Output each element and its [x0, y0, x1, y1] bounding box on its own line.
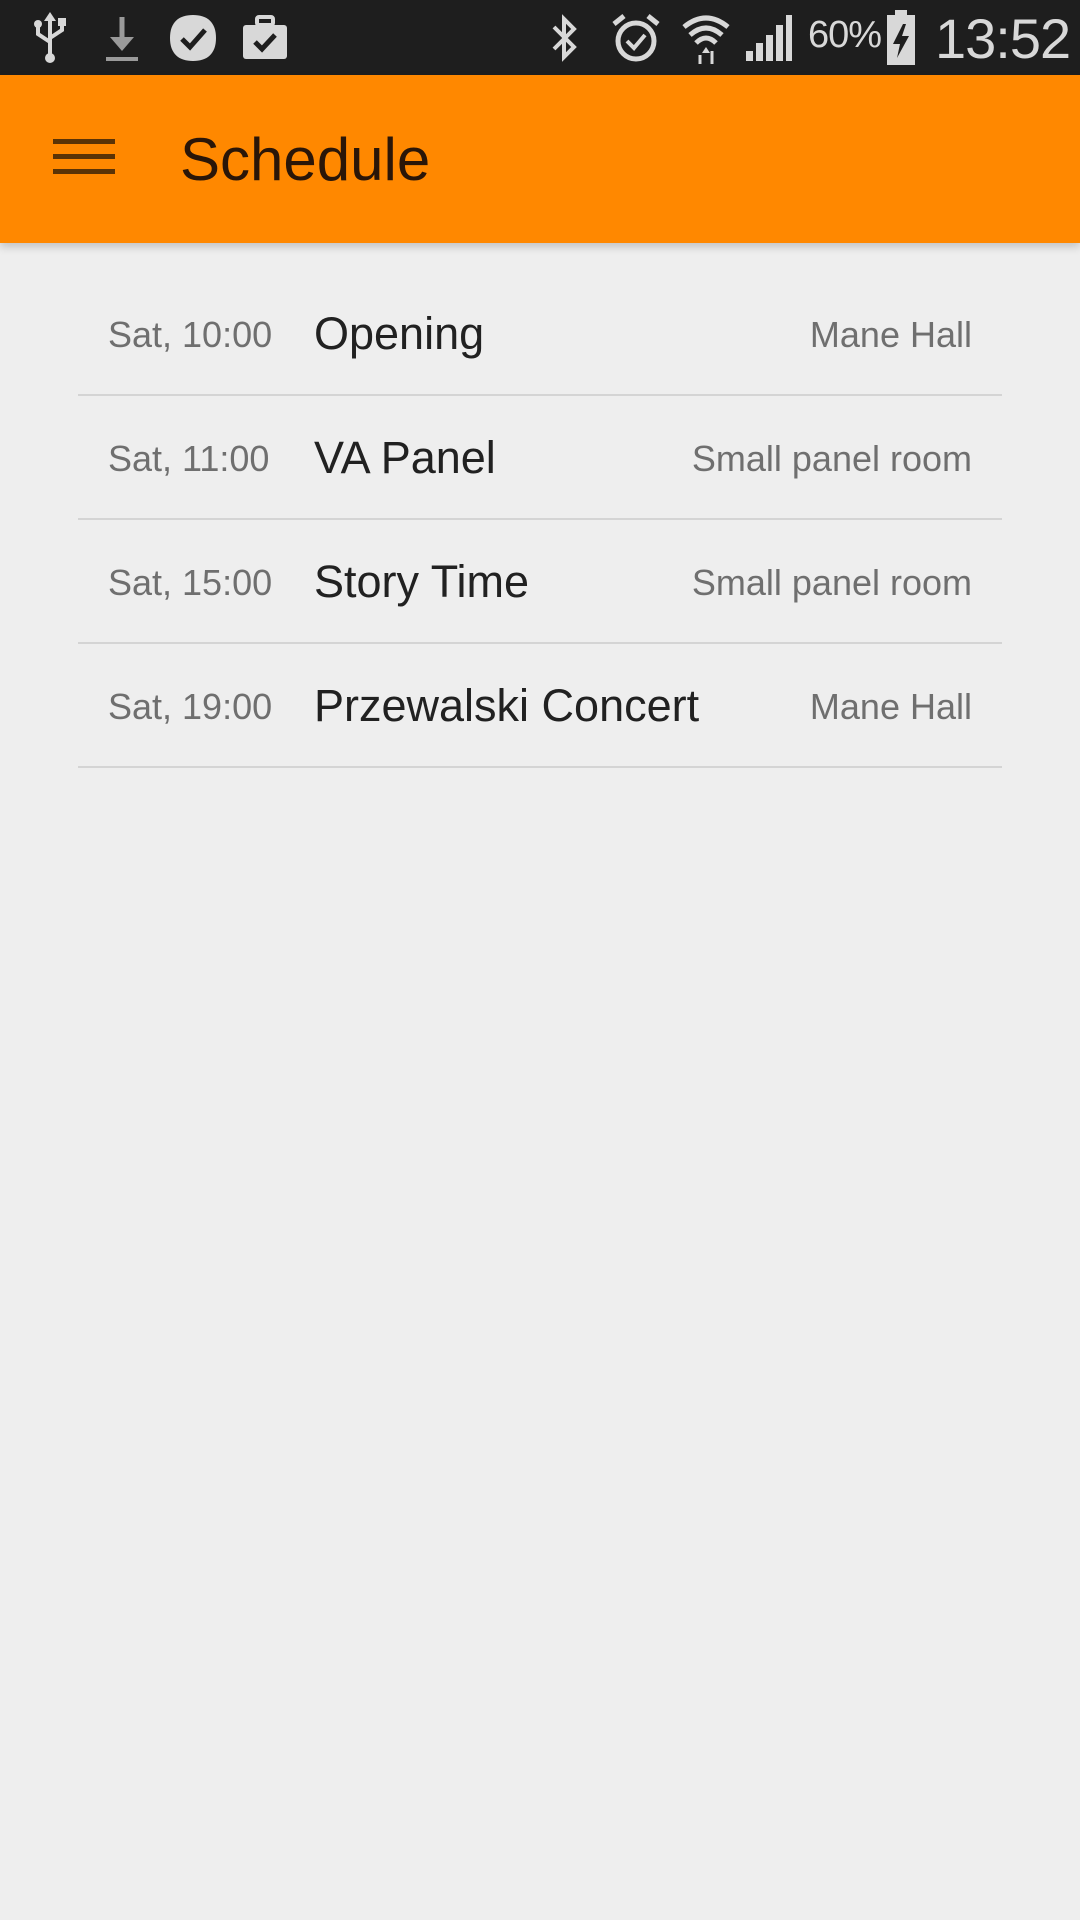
schedule-list: Sat, 10:00 Opening Mane Hall Sat, 11:00 … [78, 272, 1002, 768]
menu-button[interactable] [38, 119, 130, 199]
battery-percentage: 60% [808, 14, 882, 56]
app-bar: Schedule [0, 75, 1080, 243]
schedule-item-title: VA Panel [314, 432, 496, 483]
alarm-icon [610, 10, 662, 65]
schedule-item-location: Small panel room [691, 438, 972, 479]
schedule-item-location: Small panel room [691, 562, 972, 603]
signal-icon [744, 10, 794, 65]
schedule-item[interactable]: Sat, 11:00 VA Panel Small panel room [78, 396, 1002, 520]
status-bar: 60% 13:52 [0, 0, 1080, 75]
schedule-item-location: Mane Hall [809, 314, 972, 355]
schedule-item-time: Sat, 19:00 [108, 686, 273, 727]
hamburger-menu-icon [53, 137, 115, 182]
schedule-item-title: Przewalski Concert [314, 680, 700, 731]
schedule-item-time: Sat, 10:00 [108, 314, 273, 355]
schedule-item-title: Opening [314, 308, 485, 359]
page-title: Schedule [180, 126, 431, 193]
bluetooth-icon [544, 10, 584, 65]
schedule-item[interactable]: Sat, 15:00 Story Time Small panel room [78, 520, 1002, 644]
battery-charging-icon [884, 9, 918, 65]
wifi-icon [680, 10, 732, 65]
schedule-item[interactable]: Sat, 10:00 Opening Mane Hall [78, 272, 1002, 396]
schedule-item-title: Story Time [314, 556, 530, 607]
download-icon [100, 10, 144, 65]
task-check-icon [166, 10, 220, 65]
usb-icon [28, 10, 72, 65]
schedule-item-time: Sat, 15:00 [108, 562, 273, 603]
briefcase-check-icon [240, 10, 290, 65]
schedule-item[interactable]: Sat, 19:00 Przewalski Concert Mane Hall [78, 644, 1002, 768]
schedule-item-location: Mane Hall [809, 686, 972, 727]
schedule-item-time: Sat, 11:00 [108, 438, 270, 479]
status-clock: 13:52 [935, 7, 1071, 70]
